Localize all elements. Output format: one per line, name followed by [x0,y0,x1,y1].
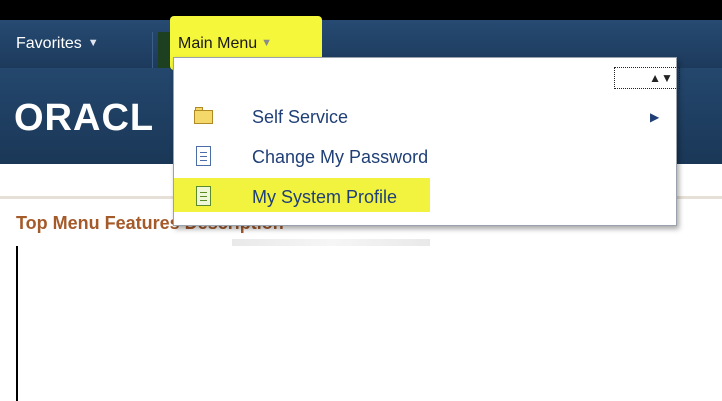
oracle-logo: ORACL [14,97,154,140]
chevron-right-icon: ▶ [650,110,660,124]
menu-item-label: My System Profile [252,187,398,207]
menu-item-self-service[interactable]: Self Service ▶ [174,101,676,133]
chevron-down-icon: ▼ [87,37,99,49]
menu-item-change-my-password[interactable]: Change My Password [174,141,676,173]
document-icon [194,146,214,168]
favorites-label: Favorites [16,35,82,52]
favorites-menu[interactable]: Favorites ▼ [0,31,150,55]
menu-item-my-system-profile[interactable]: My System Profile [174,181,676,213]
top-black-bar [0,0,722,20]
folder-icon [194,106,214,128]
menu-scroll-control[interactable]: ▲▼ [614,67,680,89]
content-area [16,246,722,401]
document-icon [194,186,214,208]
chevron-down-icon: ▼ [261,37,273,49]
nav-separator [152,32,153,68]
menu-item-label: Change My Password [252,147,429,167]
scroll-arrows-icon: ▲▼ [649,71,673,85]
menu-item-label: Self Service [252,107,349,127]
main-menu-label: Main Menu [178,35,258,52]
main-menu-button[interactable]: Main Menu ▼ [178,30,272,56]
logo-text: ORACL [14,97,155,139]
